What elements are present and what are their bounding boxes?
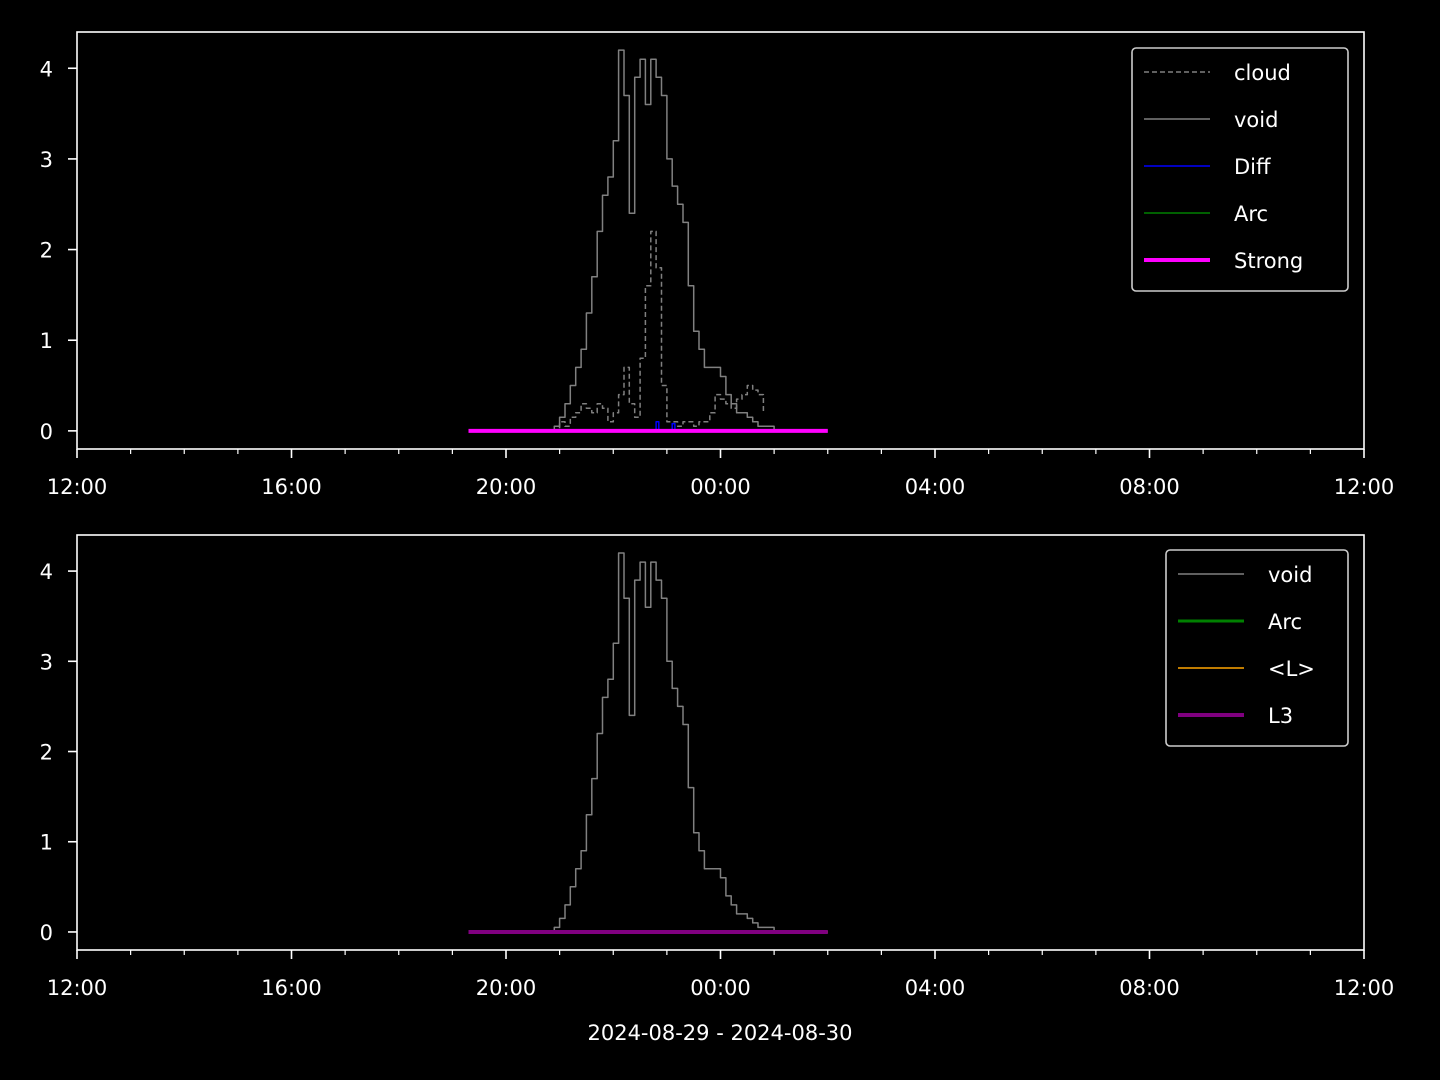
y-tick-label: 4 (40, 560, 53, 584)
y-tick-label: 3 (40, 650, 53, 674)
x-tick-label: 08:00 (1119, 475, 1180, 499)
legend-label: Arc (1268, 610, 1302, 634)
legend: cloud void Diff Arc Strong (1131, 47, 1349, 292)
x-tick-label: 00:00 (690, 976, 751, 1000)
legend-label: cloud (1234, 61, 1291, 85)
y-tick-label: 1 (40, 831, 53, 855)
x-axis-label: 2024-08-29 - 2024-08-30 (587, 1021, 852, 1045)
x-tick-label: 12:00 (1334, 976, 1395, 1000)
y-tick-label: 4 (40, 57, 53, 81)
legend-label: Diff (1234, 155, 1271, 179)
x-tick-label: 08:00 (1119, 976, 1180, 1000)
y-tick-label: 2 (40, 239, 53, 263)
y-tick-label: 2 (40, 741, 53, 765)
legend-label: Strong (1234, 249, 1303, 273)
legend-label: Arc (1234, 202, 1268, 226)
y-tick-label: 1 (40, 329, 53, 353)
legend: void Arc <L> L3 (1165, 549, 1349, 747)
x-tick-label: 12:00 (47, 475, 108, 499)
legend-label: void (1268, 563, 1312, 587)
x-tick-label: 16:00 (261, 976, 322, 1000)
figure: 12:00 16:00 20:00 00:00 04:00 08:00 12:00 0 1 2 3 4… (0, 0, 1440, 1080)
x-tick-label: 16:00 (261, 475, 322, 499)
y-tick-label: 0 (40, 921, 53, 945)
legend-label: <L> (1268, 657, 1315, 681)
x-tick-label: 00:00 (690, 475, 751, 499)
x-tick-label: 12:00 (47, 976, 108, 1000)
legend-label: L3 (1268, 704, 1293, 728)
x-tick-label: 20:00 (476, 475, 537, 499)
x-tick-label: 12:00 (1334, 475, 1395, 499)
x-tick-label: 04:00 (905, 976, 966, 1000)
y-tick-label: 0 (40, 420, 53, 444)
x-tick-label: 20:00 (476, 976, 537, 1000)
legend-label: void (1234, 108, 1278, 132)
y-tick-label: 3 (40, 148, 53, 172)
x-tick-label: 04:00 (905, 475, 966, 499)
